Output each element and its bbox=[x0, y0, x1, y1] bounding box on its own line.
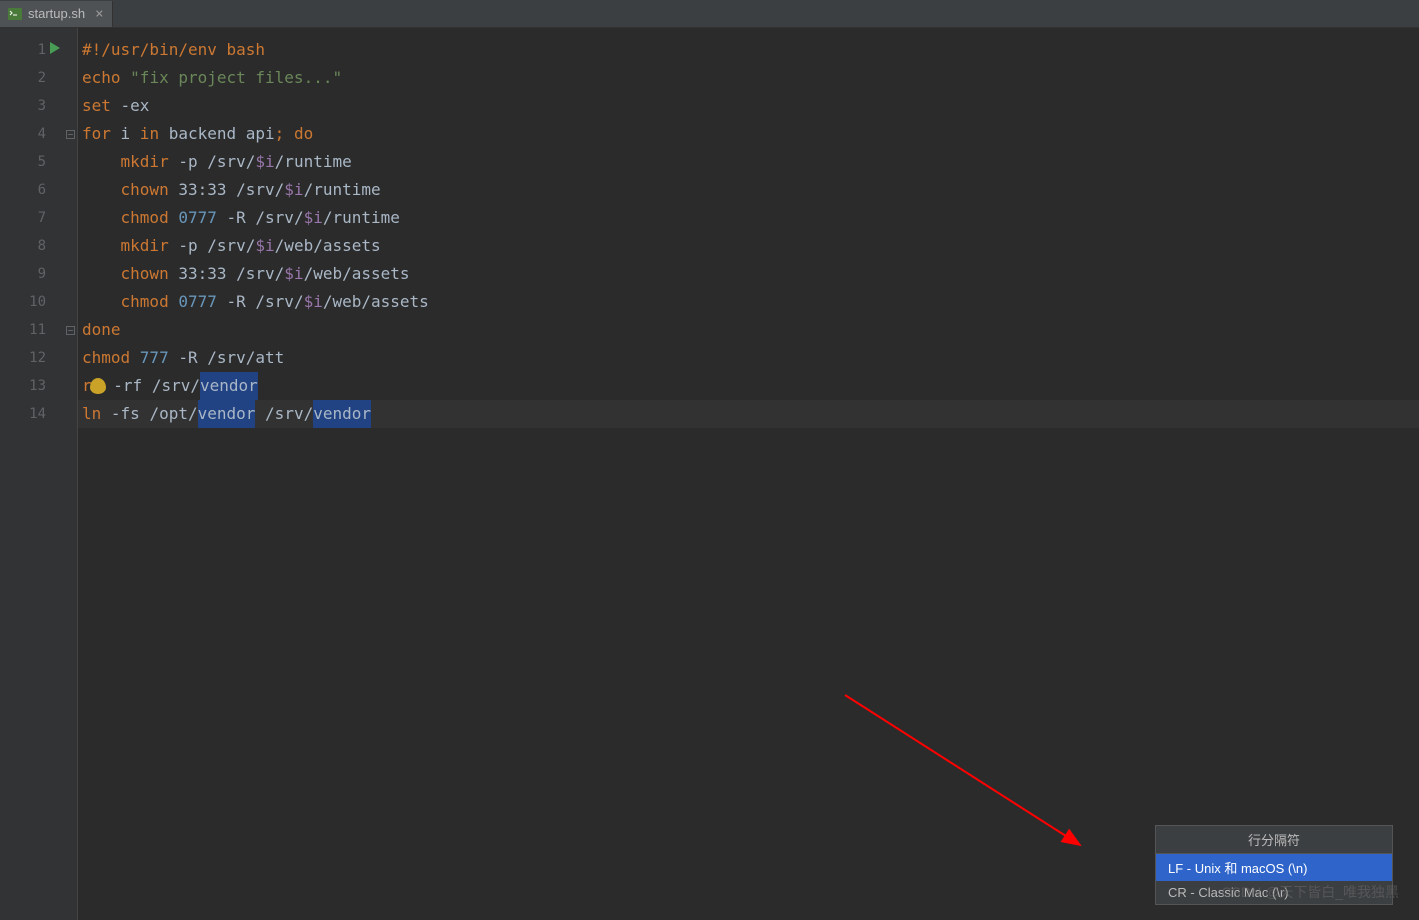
close-tab-icon[interactable]: × bbox=[95, 6, 103, 22]
line-number: 2 bbox=[38, 70, 46, 86]
line-number: 4 bbox=[38, 126, 46, 142]
fold-icon[interactable] bbox=[66, 326, 75, 335]
popup-item-lf[interactable]: LF - Unix 和 macOS (\n) bbox=[1156, 854, 1392, 881]
tab-bar: startup.sh × bbox=[0, 0, 1419, 28]
line-number: 11 bbox=[29, 322, 46, 338]
editor-tab[interactable]: startup.sh × bbox=[0, 1, 113, 27]
line-number: 9 bbox=[38, 266, 46, 282]
line-number: 1 bbox=[38, 42, 46, 58]
code-line[interactable]: chown 33:33 /srv/$i/web/assets bbox=[78, 260, 1419, 288]
code-area[interactable]: #!/usr/bin/env bash echo "fix project fi… bbox=[78, 28, 1419, 920]
code-line[interactable]: mkdir -p /srv/$i/web/assets bbox=[78, 232, 1419, 260]
code-line[interactable]: chmod 0777 -R /srv/$i/web/assets bbox=[78, 288, 1419, 316]
fold-icon[interactable] bbox=[66, 130, 75, 139]
line-number: 7 bbox=[38, 210, 46, 226]
line-number: 5 bbox=[38, 154, 46, 170]
watermark: CSDN @天下皆白_唯我独黑 bbox=[1221, 882, 1399, 902]
line-number: 10 bbox=[29, 294, 46, 310]
tab-filename: startup.sh bbox=[28, 6, 85, 21]
line-number: 13 bbox=[29, 378, 46, 394]
code-line[interactable]: ln -fs /opt/vendor /srv/vendor bbox=[78, 400, 1419, 428]
code-line[interactable]: set -ex bbox=[78, 92, 1419, 120]
line-number: 6 bbox=[38, 182, 46, 198]
line-number: 14 bbox=[29, 406, 46, 422]
line-number: 8 bbox=[38, 238, 46, 254]
line-number-gutter: 1 2 3 4 5 6 7 8 9 10 11 12 13 14 bbox=[0, 28, 64, 920]
code-line[interactable]: chmod 777 -R /srv/att bbox=[78, 344, 1419, 372]
editor-area: 1 2 3 4 5 6 7 8 9 10 11 12 13 14 #!/usr/… bbox=[0, 28, 1419, 920]
line-number: 12 bbox=[29, 350, 46, 366]
fold-gutter bbox=[64, 28, 78, 920]
code-line[interactable]: chown 33:33 /srv/$i/runtime bbox=[78, 176, 1419, 204]
code-line[interactable]: mkdir -p /srv/$i/runtime bbox=[78, 148, 1419, 176]
code-line[interactable]: echo "fix project files..." bbox=[78, 64, 1419, 92]
code-line[interactable]: #!/usr/bin/env bash bbox=[78, 36, 1419, 64]
code-line[interactable]: r -rf /srv/vendor bbox=[78, 372, 1419, 400]
lightbulb-icon[interactable] bbox=[90, 378, 106, 394]
code-line[interactable]: chmod 0777 -R /srv/$i/runtime bbox=[78, 204, 1419, 232]
code-line[interactable]: for i in backend api; do bbox=[78, 120, 1419, 148]
run-icon[interactable] bbox=[50, 42, 60, 58]
line-number: 3 bbox=[38, 98, 46, 114]
terminal-file-icon bbox=[8, 7, 22, 21]
code-line[interactable]: done bbox=[78, 316, 1419, 344]
popup-title: 行分隔符 bbox=[1156, 826, 1392, 854]
